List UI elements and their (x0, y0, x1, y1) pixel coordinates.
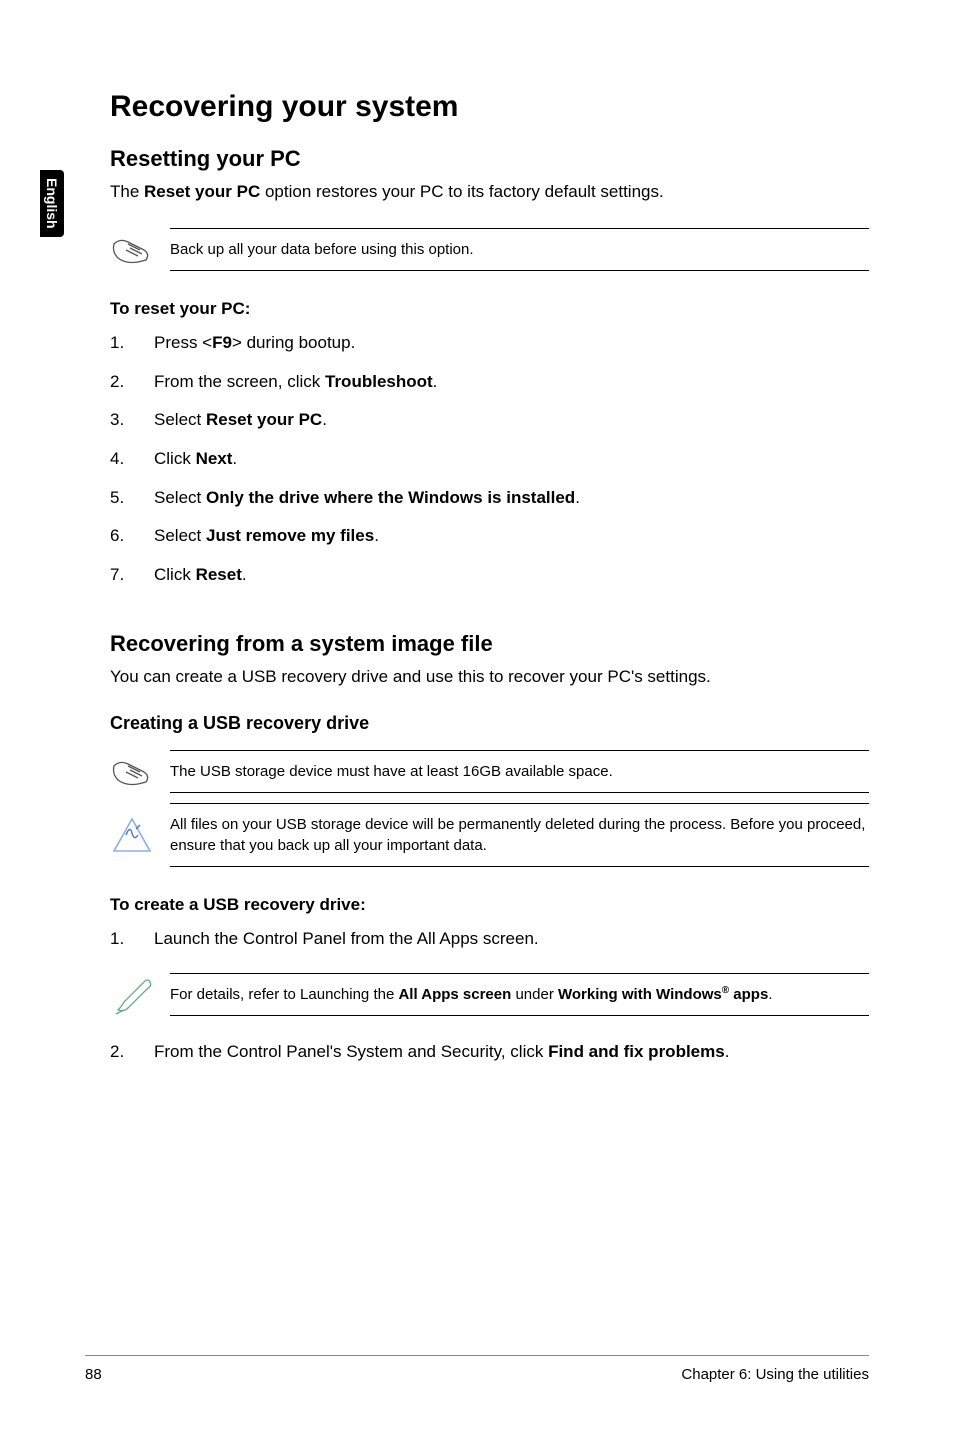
pen-icon (110, 970, 170, 1018)
intro-recover-image: You can create a USB recovery drive and … (110, 667, 869, 687)
text: Working with Windows (558, 986, 722, 1003)
callout-usb-space: The USB storage device must have at leas… (110, 750, 869, 793)
step-text: Select Only the drive where the Windows … (154, 486, 869, 511)
text-bold: Reset (196, 565, 242, 584)
callout-details-ref: For details, refer to Launching the All … (110, 970, 869, 1018)
text-bold: Next (196, 449, 233, 468)
list-item: 2.From the screen, click Troubleshoot. (110, 370, 869, 395)
text: . (322, 410, 327, 429)
step-text: From the screen, click Troubleshoot. (154, 370, 869, 395)
step-number: 2. (110, 1040, 154, 1065)
list-item: 6.Select Just remove my files. (110, 524, 869, 549)
list-item: 1. Launch the Control Panel from the All… (110, 927, 869, 952)
step-number: 7. (110, 563, 154, 588)
heading-resetting-pc: Resetting your PC (110, 146, 869, 172)
text-bold: Only the drive where the Windows is inst… (206, 488, 575, 507)
page-number: 88 (85, 1366, 102, 1383)
text: option restores your PC to its factory d… (260, 182, 663, 201)
list-item: 2. From the Control Panel's System and S… (110, 1040, 869, 1065)
intro-reset-pc: The Reset your PC option restores your P… (110, 182, 869, 202)
text: From the Control Panel's System and Secu… (154, 1042, 548, 1061)
text: The (110, 182, 144, 201)
text: Select (154, 488, 206, 507)
text: . (433, 372, 438, 391)
list-item: 4.Click Next. (110, 447, 869, 472)
text: Select (154, 410, 206, 429)
text: > during bootup. (232, 333, 355, 352)
note-hand-icon (110, 234, 170, 266)
callout-backup: Back up all your data before using this … (110, 228, 869, 271)
text-bold: All Apps screen (398, 986, 511, 1003)
text: . (374, 526, 379, 545)
step-text: Select Just remove my files. (154, 524, 869, 549)
step-text: Click Next. (154, 447, 869, 472)
text: . (725, 1042, 730, 1061)
text: . (575, 488, 580, 507)
text: Click (154, 565, 196, 584)
callout-text: For details, refer to Launching the All … (170, 973, 869, 1016)
text-bold: Just remove my files (206, 526, 374, 545)
text: apps (729, 986, 768, 1003)
page-footer: 88 Chapter 6: Using the utilities (85, 1355, 869, 1383)
step-number: 5. (110, 486, 154, 511)
step-number: 4. (110, 447, 154, 472)
steps-reset-pc: 1.Press <F9> during bootup. 2.From the s… (110, 331, 869, 587)
callout-text: All files on your USB storage device wil… (170, 803, 869, 867)
text: . (768, 986, 772, 1003)
text-bold: F9 (212, 333, 232, 352)
text-bold: Find and fix problems (548, 1042, 725, 1061)
steps-create-usb: 1. Launch the Control Panel from the All… (110, 927, 869, 952)
text: Click (154, 449, 196, 468)
text: . (242, 565, 247, 584)
text: Select (154, 526, 206, 545)
step-number: 6. (110, 524, 154, 549)
text-bold: Reset your PC (144, 182, 260, 201)
callout-text: Back up all your data before using this … (170, 228, 869, 271)
step-number: 1. (110, 331, 154, 356)
step-text: Select Reset your PC. (154, 408, 869, 433)
text: From the screen, click (154, 372, 325, 391)
step-text: Click Reset. (154, 563, 869, 588)
text: under (511, 986, 558, 1003)
heading-recovering-image: Recovering from a system image file (110, 631, 869, 657)
text: Press < (154, 333, 212, 352)
warning-icon (110, 815, 170, 855)
subheading-usb-recovery: Creating a USB recovery drive (110, 713, 869, 734)
callout-text: The USB storage device must have at leas… (170, 750, 869, 793)
text: For details, refer to Launching the (170, 986, 398, 1003)
step-number: 1. (110, 927, 154, 952)
steps-create-usb-cont: 2. From the Control Panel's System and S… (110, 1040, 869, 1065)
step-number: 3. (110, 408, 154, 433)
callout-usb-delete: All files on your USB storage device wil… (110, 803, 869, 867)
step-number: 2. (110, 370, 154, 395)
list-item: 3.Select Reset your PC. (110, 408, 869, 433)
subheading-create-usb: To create a USB recovery drive: (110, 895, 869, 915)
page-title: Recovering your system (110, 90, 869, 124)
list-item: 5.Select Only the drive where the Window… (110, 486, 869, 511)
text-bold: Reset your PC (206, 410, 322, 429)
text-bold: Troubleshoot (325, 372, 433, 391)
list-item: 7.Click Reset. (110, 563, 869, 588)
page-content: Recovering your system Resetting your PC… (0, 0, 954, 1438)
note-hand-icon (110, 756, 170, 788)
chapter-title: Chapter 6: Using the utilities (681, 1366, 869, 1383)
text-bold: Working with Windows® apps (558, 986, 768, 1003)
step-text: Press <F9> during bootup. (154, 331, 869, 356)
step-text: Launch the Control Panel from the All Ap… (154, 927, 869, 952)
text: . (232, 449, 237, 468)
list-item: 1.Press <F9> during bootup. (110, 331, 869, 356)
step-text: From the Control Panel's System and Secu… (154, 1040, 869, 1065)
subheading-reset-steps: To reset your PC: (110, 299, 869, 319)
